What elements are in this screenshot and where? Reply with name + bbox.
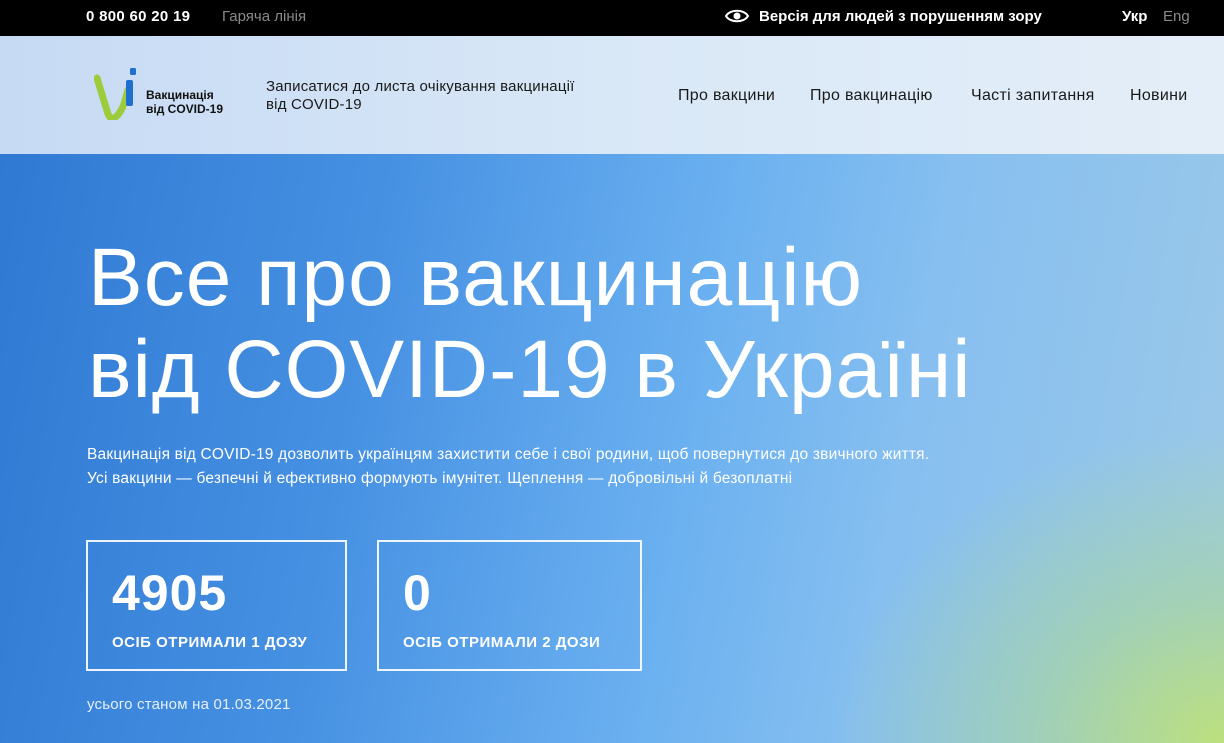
lang-eng[interactable]: Eng xyxy=(1163,8,1190,25)
waitlist-line-1: Записатися до листа очікування вакцинаці… xyxy=(266,78,575,95)
hotline-phone[interactable]: 0 800 60 20 19 xyxy=(86,8,190,25)
stat-second-dose-value: 0 xyxy=(403,565,432,621)
hero-title-line-2: від COVID-19 в Україні xyxy=(88,324,972,415)
stat-second-dose-label: ОСІБ ОТРИМАЛИ 2 ДОЗИ xyxy=(403,634,601,651)
hero-desc-line-2: Усі вакцини — безпечні й ефективно форму… xyxy=(87,470,793,487)
eye-icon xyxy=(725,9,749,23)
stat-first-dose-value: 4905 xyxy=(112,565,228,621)
stat-first-dose-label: ОСІБ ОТРИМАЛИ 1 ДОЗУ xyxy=(112,634,308,651)
nav-news[interactable]: Новини xyxy=(1130,87,1187,105)
lang-ukr[interactable]: Укр xyxy=(1122,8,1147,25)
logo-text: Вакцинація від COVID-19 xyxy=(146,88,223,116)
logo-line-2: від COVID-19 xyxy=(146,102,224,116)
hero-title: Все про вакцинацію від COVID-19 в Україн… xyxy=(88,232,972,416)
nav-faq[interactable]: Часті запитання xyxy=(971,87,1095,105)
hero-title-line-1: Все про вакцинацію xyxy=(88,232,863,323)
nav-about-vaccines[interactable]: Про вакцини xyxy=(678,87,775,105)
top-bar: 0 800 60 20 19 Гаряча лінія Версія для л… xyxy=(0,0,1224,36)
accessibility-label: Версія для людей з порушенням зору xyxy=(759,7,1042,25)
nav-about-vaccination[interactable]: Про вакцинацію xyxy=(810,87,933,105)
logo-line-1: Вакцинація xyxy=(146,88,214,102)
stats-as-of-date: усього станом на 01.03.2021 xyxy=(87,696,291,713)
site-logo[interactable]: Вакцинація від COVID-19 xyxy=(94,66,234,120)
hotline-label: Гаряча лінія xyxy=(222,8,307,25)
hero-section: Все про вакцинацію від COVID-19 в Україн… xyxy=(0,154,1224,743)
waitlist-link[interactable]: Записатися до листа очікування вакцинаці… xyxy=(266,78,656,114)
stat-second-dose: 0 ОСІБ ОТРИМАЛИ 2 ДОЗИ xyxy=(377,540,642,671)
site-header: Вакцинація від COVID-19 Записатися до ли… xyxy=(0,36,1224,154)
hero-description: Вакцинація від COVID-19 дозволить україн… xyxy=(87,443,929,491)
accessibility-version-link[interactable]: Версія для людей з порушенням зору xyxy=(725,7,1042,25)
hero-desc-line-1: Вакцинація від COVID-19 дозволить україн… xyxy=(87,446,930,463)
waitlist-line-2: від COVID-19 xyxy=(266,96,362,113)
stat-first-dose: 4905 ОСІБ ОТРИМАЛИ 1 ДОЗУ xyxy=(86,540,347,671)
logo-mark-icon xyxy=(94,68,136,120)
